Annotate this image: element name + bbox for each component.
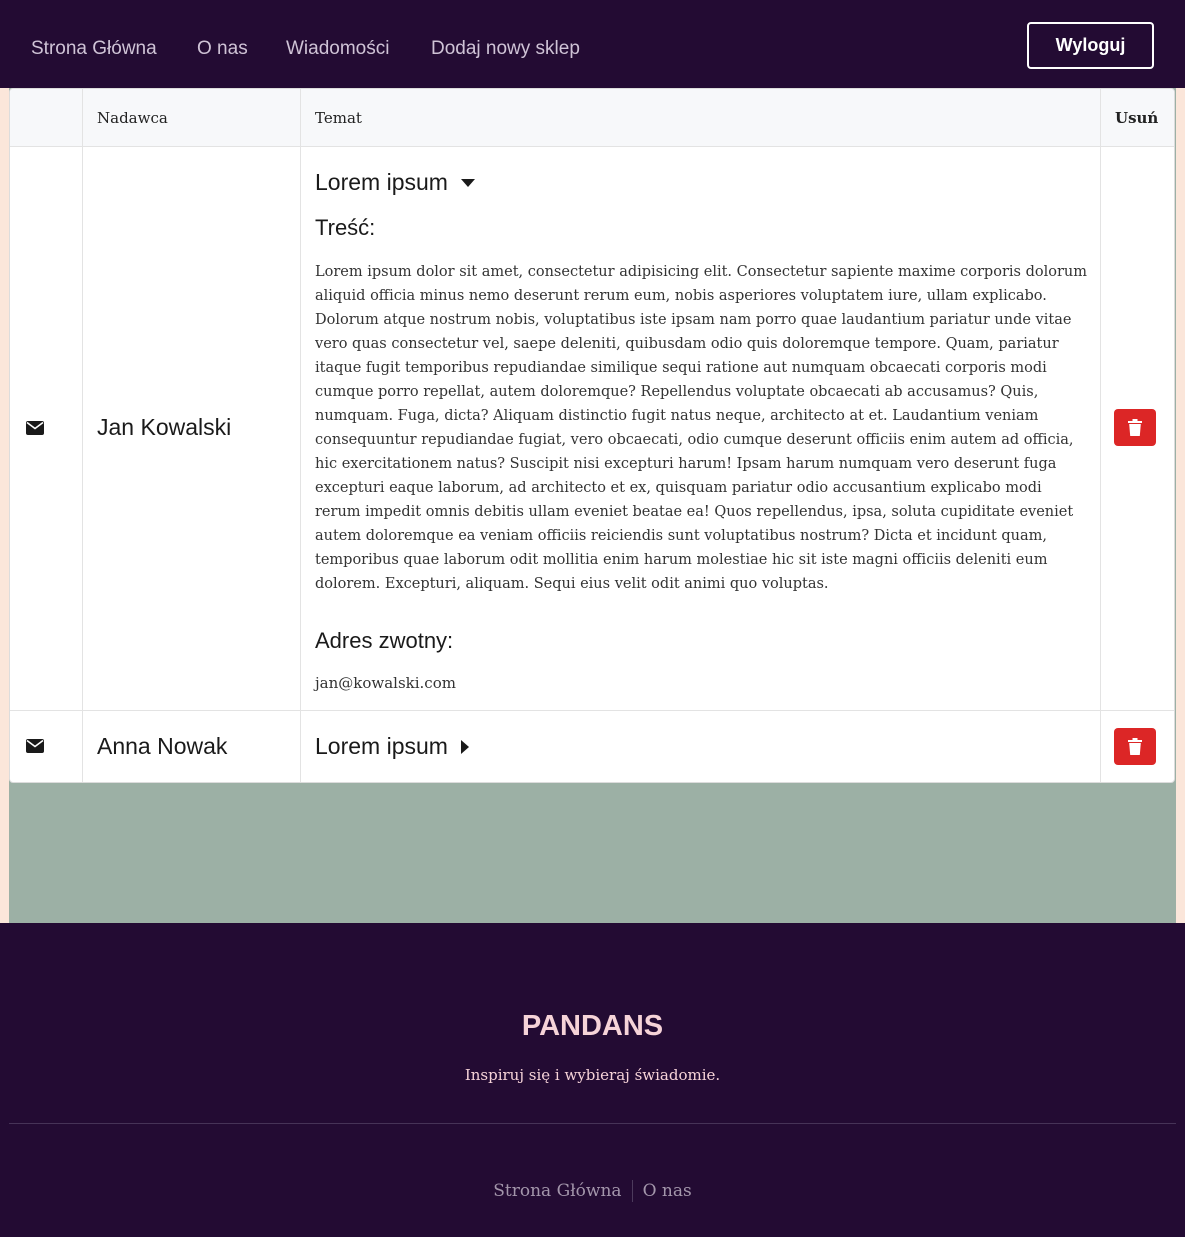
- sender-name: Jan Kowalski: [97, 414, 232, 440]
- header-subject: Temat: [315, 109, 362, 127]
- subject-text: Lorem ipsum: [315, 169, 448, 195]
- caret-down-icon: [460, 178, 475, 187]
- reply-address-label: Adres zwotny:: [315, 628, 454, 653]
- footer-nav: Strona Główna O nas: [0, 1180, 1185, 1202]
- subject-text: Lorem ipsum: [315, 733, 448, 759]
- logout-button[interactable]: Wyloguj: [1027, 22, 1154, 69]
- envelope-icon: [26, 421, 44, 435]
- trash-icon: [1128, 738, 1142, 755]
- message-subject-toggle[interactable]: Lorem ipsum: [315, 169, 475, 196]
- sender-name: Anna Nowak: [97, 733, 228, 759]
- column-divider: [300, 89, 301, 782]
- nav-link-about[interactable]: O nas: [197, 38, 248, 60]
- nav-link-messages[interactable]: Wiadomości: [286, 38, 389, 60]
- header-sender: Nadawca: [97, 109, 168, 127]
- footer-brand: PANDANS: [521, 1010, 664, 1042]
- message-body: Lorem ipsum dolor sit amet, consectetur …: [315, 264, 1087, 592]
- footer-tagline: Inspiruj się i wybieraj świadomie.: [464, 1066, 721, 1084]
- content-label: Treść:: [315, 215, 376, 240]
- message-subject-toggle[interactable]: Lorem ipsum: [315, 733, 469, 760]
- navbar: Strona Główna O nas Wiadomości Dodaj now…: [0, 0, 1185, 88]
- header-delete: Usuń: [1115, 109, 1159, 127]
- column-divider: [82, 89, 83, 782]
- trash-icon: [1128, 419, 1142, 436]
- nav-link-add-shop[interactable]: Dodaj nowy sklep: [431, 38, 580, 60]
- footer-link-home[interactable]: Strona Główna: [483, 1181, 631, 1201]
- footer: PANDANS Inspiruj się i wybieraj świadomi…: [0, 923, 1185, 1237]
- nav-link-home[interactable]: Strona Główna: [31, 38, 157, 60]
- row-divider: [10, 146, 1174, 147]
- envelope-icon: [26, 739, 44, 753]
- delete-button[interactable]: [1114, 728, 1156, 765]
- column-divider: [1100, 89, 1101, 782]
- table-header: Nadawca Temat Usuń: [10, 89, 1174, 146]
- delete-button[interactable]: [1114, 409, 1156, 446]
- footer-link-about[interactable]: O nas: [633, 1181, 702, 1201]
- messages-table: Nadawca Temat Usuń Jan Kowalski Lorem ip…: [9, 88, 1175, 783]
- caret-right-icon: [460, 739, 469, 754]
- row-divider: [10, 710, 1174, 711]
- footer-divider: [9, 1123, 1176, 1124]
- reply-email: jan@kowalski.com: [315, 674, 456, 692]
